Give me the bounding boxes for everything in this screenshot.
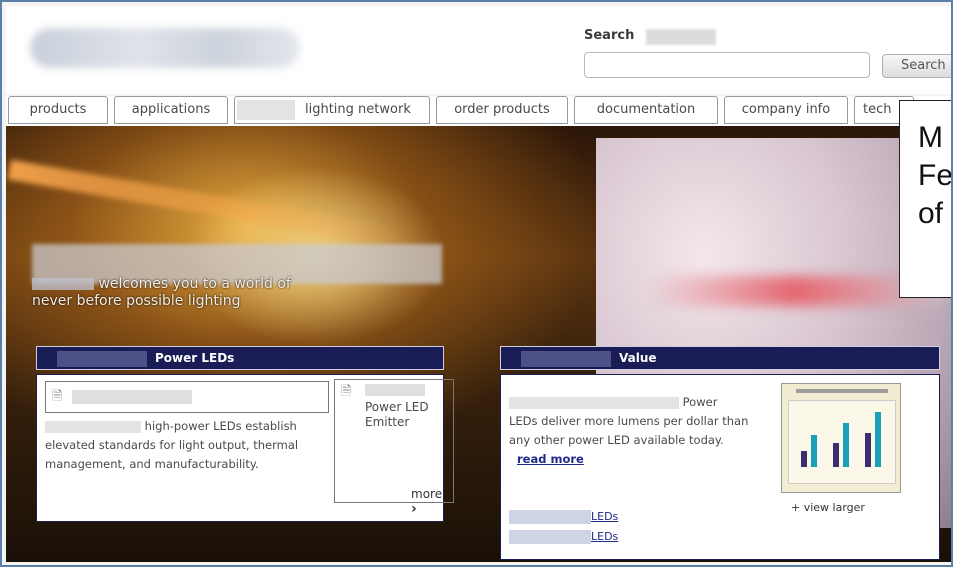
value-link-2[interactable]: LEDs — [509, 527, 618, 547]
file-icon: 🗎 — [52, 389, 63, 404]
thumbnail-bar — [843, 423, 849, 467]
tab-company-info[interactable]: company info — [724, 96, 848, 124]
value-panel: Power LEDs deliver more lumens per dolla… — [500, 374, 940, 560]
hero-welcome-text: welcomes you to a world of never before … — [32, 276, 412, 310]
value-title: Value — [619, 351, 657, 365]
tab-brand-redacted — [237, 99, 295, 120]
browser-frame: Search Search products applications ligh… — [0, 0, 953, 567]
tab-documentation[interactable]: documentation — [574, 96, 718, 124]
tab-label: lighting network — [305, 102, 411, 117]
tab-applications[interactable]: applications — [114, 96, 228, 124]
site-logo[interactable] — [30, 28, 300, 68]
brand-redacted — [509, 530, 591, 544]
brand-redacted — [521, 350, 611, 367]
more-label: more — [411, 487, 443, 501]
thumbnail-bar — [811, 435, 817, 467]
value-description: Power LEDs deliver more lumens per dolla… — [509, 393, 749, 469]
emitter-label: Power LED Emitter — [365, 400, 429, 429]
value-text-1: Power — [682, 395, 718, 409]
callout-line-2: Fe — [918, 159, 953, 192]
tab-lighting-network[interactable]: lighting network — [234, 96, 430, 124]
value-link-1[interactable]: LEDs — [509, 507, 618, 527]
power-leds-header: Power LEDs — [36, 346, 444, 370]
tab-label: documentation — [596, 102, 696, 117]
value-chart-thumbnail[interactable] — [781, 383, 901, 493]
callout-line-3: of — [918, 197, 944, 230]
power-leds-text-1: high-power LEDs establish — [144, 419, 297, 433]
thumbnail-bar — [875, 412, 881, 467]
value-link-1-label: LEDs — [591, 510, 619, 523]
tab-label: tech — [863, 102, 892, 117]
main-nav: products applications lighting network o… — [6, 96, 951, 126]
site-header: Search Search — [6, 6, 951, 94]
brand-redacted — [45, 420, 141, 433]
power-leds-panel: 🗎 high-power LEDs establish elevated sta… — [36, 374, 454, 522]
power-leds-text-2: elevated standards for light output, the… — [45, 438, 299, 471]
power-leds-image-box[interactable]: 🗎 — [45, 381, 329, 413]
tab-products[interactable]: products — [8, 96, 108, 124]
brand-redacted — [509, 396, 679, 409]
power-leds-description: high-power LEDs establish elevated stand… — [45, 417, 335, 474]
search-input[interactable] — [584, 52, 870, 78]
value-text-2: LEDs deliver more lumens per dollar than… — [509, 414, 749, 447]
value-links: LEDs LEDs — [509, 507, 618, 547]
value-header: Value — [500, 346, 940, 370]
image-caption-redacted — [72, 390, 192, 404]
hero-banner: welcomes you to a world of never before … — [6, 126, 951, 562]
power-led-emitter-box[interactable]: 🗎 Power LED Emitter — [334, 379, 454, 503]
view-larger-link[interactable]: + view larger — [791, 501, 865, 514]
overlay-callout: M Fe of — [899, 100, 953, 298]
thumbnail-bar — [833, 443, 839, 467]
brand-redacted — [365, 384, 425, 396]
brand-redacted — [509, 510, 591, 524]
tab-label: applications — [131, 102, 211, 117]
thumbnail-plot — [788, 400, 896, 484]
read-more-link[interactable]: read more — [517, 452, 584, 466]
more-link[interactable]: more › — [411, 487, 443, 517]
thumbnail-title-bar — [796, 389, 888, 393]
thumbnail-bar — [865, 433, 871, 467]
chevron-right-icon: › — [411, 501, 417, 517]
welcome-line-2: never before possible lighting — [32, 293, 241, 309]
brand-redacted — [32, 278, 94, 290]
file-icon: 🗎 — [341, 384, 352, 399]
search-label-redacted — [646, 29, 716, 45]
search-label: Search — [584, 28, 635, 43]
tab-label: order products — [454, 102, 550, 117]
tab-label: company info — [741, 102, 831, 117]
thumbnail-bar — [801, 451, 807, 467]
tab-order-products[interactable]: order products — [436, 96, 568, 124]
tab-label: products — [29, 102, 87, 117]
power-leds-title: Power LEDs — [155, 351, 235, 365]
value-link-2-label: LEDs — [591, 530, 619, 543]
callout-line-1: M — [918, 121, 943, 154]
brand-redacted — [57, 350, 147, 367]
search-button[interactable]: Search — [882, 54, 951, 78]
welcome-line-1: welcomes you to a world of — [98, 276, 291, 292]
